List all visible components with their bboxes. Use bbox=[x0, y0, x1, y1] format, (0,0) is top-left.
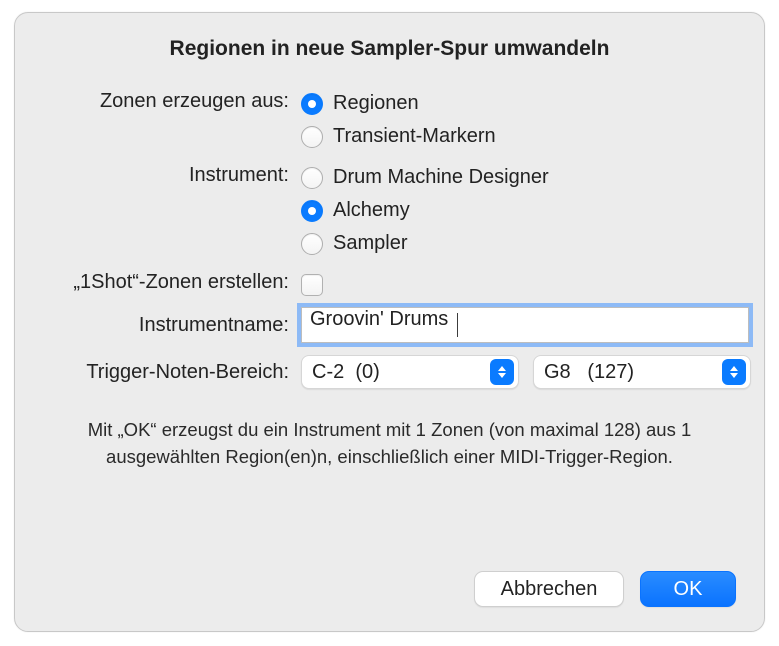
radio-option-dmd[interactable]: Drum Machine Designer bbox=[301, 161, 736, 194]
radio-option-regions[interactable]: Regionen bbox=[301, 87, 736, 120]
oneshot-checkbox[interactable] bbox=[301, 274, 323, 296]
label-instrument-name: Instrumentname: bbox=[43, 314, 301, 337]
radio-icon bbox=[301, 93, 323, 115]
dialog-title: Regionen in neue Sampler-Spur umwandeln bbox=[43, 37, 736, 61]
chevron-up-down-icon bbox=[722, 359, 746, 385]
radio-label-dmd: Drum Machine Designer bbox=[333, 166, 549, 189]
radio-option-transients[interactable]: Transient-Markern bbox=[301, 120, 736, 153]
radio-label-regions: Regionen bbox=[333, 92, 419, 115]
radio-icon bbox=[301, 233, 323, 255]
row-instrument-name: Instrumentname: Groovin' Drums bbox=[43, 307, 736, 343]
form: Zonen erzeugen aus: Regionen Transient-M… bbox=[43, 87, 736, 389]
info-text: Mit „OK“ erzeugst du ein Instrument mit … bbox=[43, 417, 736, 471]
text-caret-icon bbox=[457, 313, 458, 337]
instrument-name-value: Groovin' Drums bbox=[308, 308, 448, 330]
radio-label-sampler: Sampler bbox=[333, 232, 407, 255]
chevron-up-down-icon bbox=[490, 359, 514, 385]
row-oneshot: „1Shot“-Zonen erstellen: bbox=[43, 268, 736, 301]
radio-icon bbox=[301, 200, 323, 222]
radio-label-transients: Transient-Markern bbox=[333, 125, 496, 148]
label-instrument: Instrument: bbox=[43, 161, 301, 187]
trigger-range-low-select[interactable]: C-2 (0) bbox=[301, 355, 519, 389]
label-zones-from: Zonen erzeugen aus: bbox=[43, 87, 301, 113]
row-zones-from: Zonen erzeugen aus: Regionen Transient-M… bbox=[43, 87, 736, 153]
dialog: Regionen in neue Sampler-Spur umwandeln … bbox=[14, 12, 765, 632]
radio-label-alchemy: Alchemy bbox=[333, 199, 410, 222]
button-bar: Abbrechen OK bbox=[474, 571, 736, 607]
radio-icon bbox=[301, 126, 323, 148]
trigger-range-high-select[interactable]: G8 (127) bbox=[533, 355, 751, 389]
trigger-range-high-value: G8 (127) bbox=[544, 361, 722, 384]
row-trigger-range: Trigger-Noten-Bereich: C-2 (0) G8 (127) bbox=[43, 355, 736, 389]
radio-option-sampler[interactable]: Sampler bbox=[301, 227, 736, 260]
instrument-name-input[interactable]: Groovin' Drums bbox=[301, 307, 749, 343]
radio-option-alchemy[interactable]: Alchemy bbox=[301, 194, 736, 227]
trigger-range-low-value: C-2 (0) bbox=[312, 361, 490, 384]
label-oneshot: „1Shot“-Zonen erstellen: bbox=[43, 268, 301, 294]
label-trigger-range: Trigger-Noten-Bereich: bbox=[43, 361, 301, 384]
ok-button-label: OK bbox=[674, 578, 703, 601]
row-instrument: Instrument: Drum Machine Designer Alchem… bbox=[43, 161, 736, 260]
cancel-button[interactable]: Abbrechen bbox=[474, 571, 624, 607]
radio-icon bbox=[301, 167, 323, 189]
ok-button[interactable]: OK bbox=[640, 571, 736, 607]
cancel-button-label: Abbrechen bbox=[501, 578, 598, 601]
